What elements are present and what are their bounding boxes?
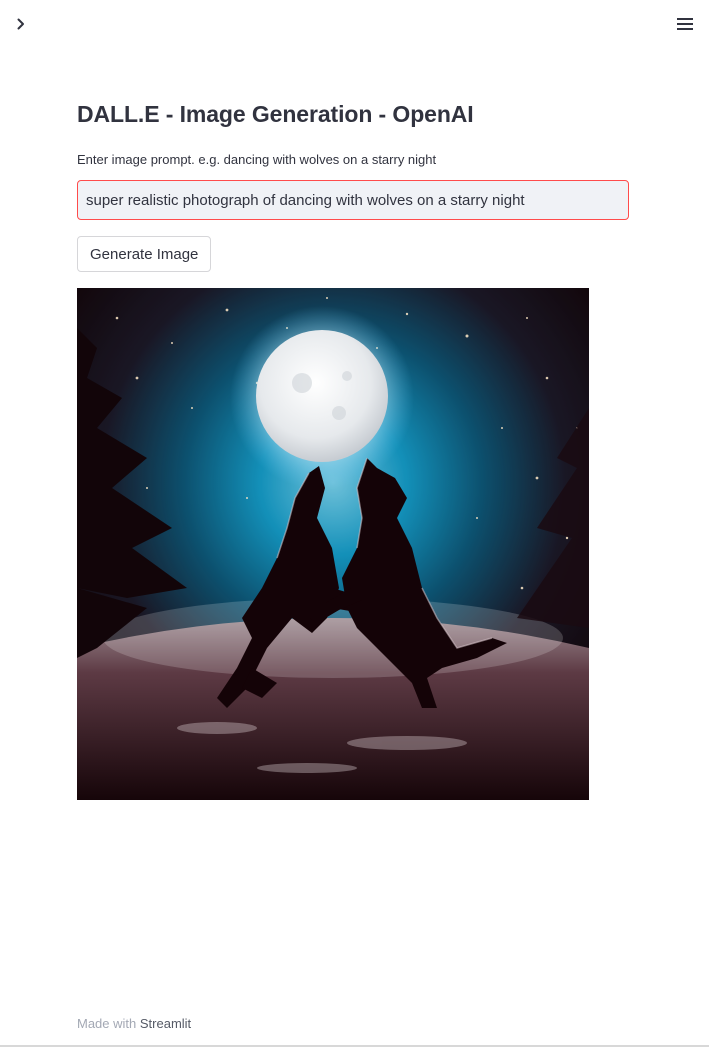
main-menu-button[interactable] xyxy=(673,12,697,36)
sidebar-toggle-button[interactable] xyxy=(10,13,32,35)
footer-prefix: Made with xyxy=(77,1016,140,1031)
generated-image xyxy=(77,288,589,800)
hamburger-menu-icon xyxy=(677,18,693,30)
prompt-label: Enter image prompt. e.g. dancing with wo… xyxy=(77,152,437,167)
app-page: DALL.E - Image Generation - OpenAI Enter… xyxy=(0,0,709,1049)
prompt-input[interactable] xyxy=(77,180,629,220)
bottom-divider xyxy=(0,1045,709,1047)
page-title: DALL.E - Image Generation - OpenAI xyxy=(77,101,474,127)
streamlit-link[interactable]: Streamlit xyxy=(140,1016,191,1031)
footer: Made with Streamlit xyxy=(77,1016,191,1031)
chevron-right-icon xyxy=(17,18,24,30)
generate-image-button[interactable]: Generate Image xyxy=(77,236,212,272)
